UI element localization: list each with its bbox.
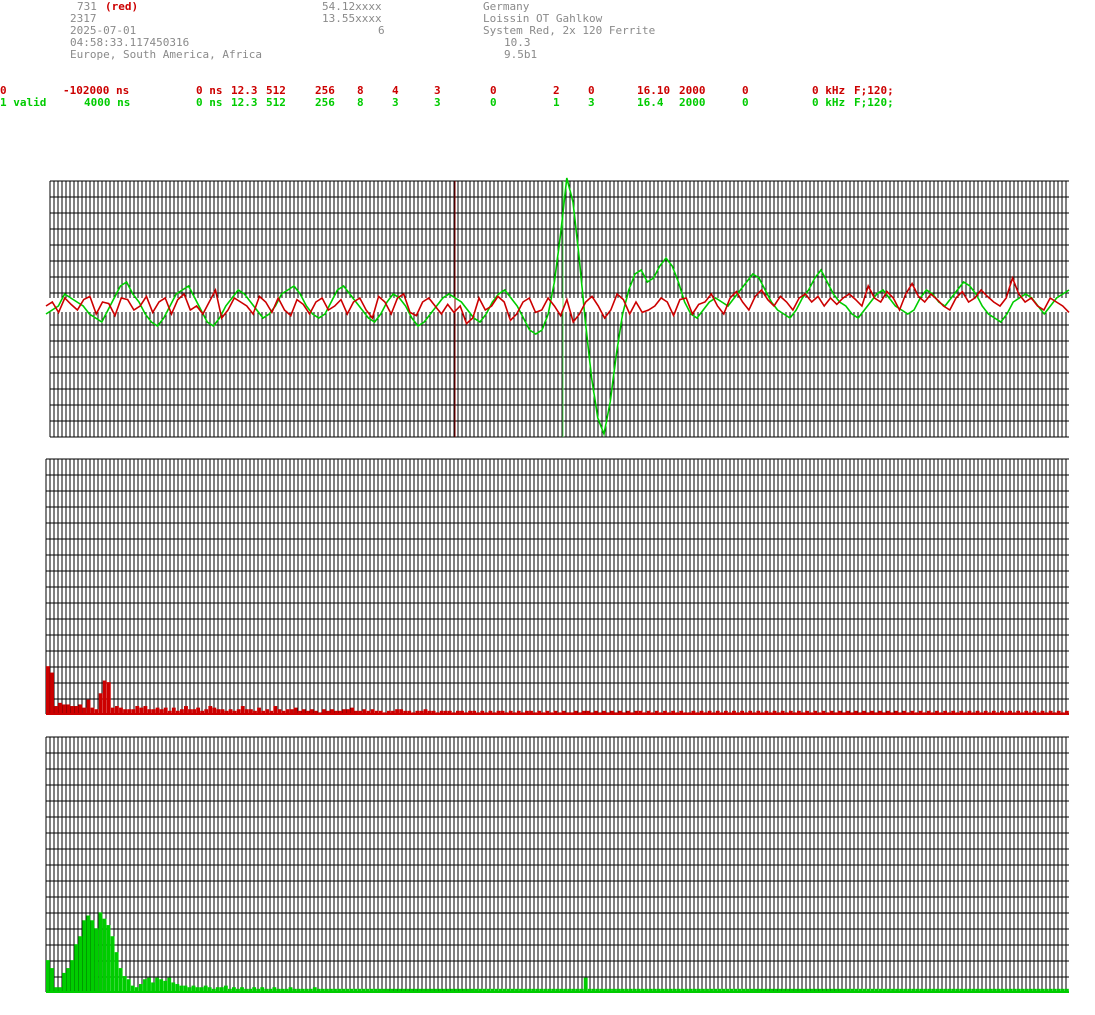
green-spectrum-bar <box>66 968 71 992</box>
red-spectrum-bar <box>115 706 119 714</box>
green-spectrum-bar <box>118 968 123 992</box>
green-spectrum-bar <box>167 977 172 992</box>
green-spectrum-bar <box>110 936 115 992</box>
green-spectrum-bar <box>78 936 83 992</box>
red-spectrum-bar <box>66 704 71 714</box>
green-spectrum-bar <box>50 968 54 992</box>
green-spectrum-bar <box>114 952 119 992</box>
red-spectrum-bar <box>135 706 140 714</box>
green-spectrum-bar <box>143 979 147 992</box>
red-spectrum-bar <box>46 666 50 714</box>
green-spectrum-bar <box>175 984 180 992</box>
red-spectrum-bar <box>208 706 213 714</box>
green-spectrum-grid <box>45 736 1069 992</box>
red-spectrum-bar <box>58 702 63 714</box>
red-spectrum-bar <box>98 693 103 714</box>
green-spectrum-bar <box>155 977 160 992</box>
red-spectrum-bar <box>184 706 188 714</box>
red-spectrum-bar <box>62 704 67 714</box>
green-spectrum-bar <box>171 982 176 992</box>
green-spectrum-bar <box>62 972 67 993</box>
red-spectrum-bar <box>240 706 245 714</box>
red-spectrum-grid <box>45 458 1069 714</box>
green-spectrum-bar <box>583 977 588 992</box>
green-spectrum-bar <box>90 920 95 992</box>
green-spectrum-bar <box>82 920 87 992</box>
green-spectrum-bar <box>151 982 155 992</box>
red-spectrum-bar <box>143 706 148 714</box>
green-spectrum-bar <box>46 960 50 993</box>
red-spectrum-bar <box>70 706 75 714</box>
plots-canvas <box>45 177 1070 993</box>
green-spectrum-bar <box>74 944 79 992</box>
red-spectrum-bar <box>102 680 107 714</box>
green-spectrum-bar <box>102 918 107 992</box>
red-spectrum-bar <box>50 672 54 714</box>
red-spectrum-bar <box>74 706 79 714</box>
green-spectrum-bar <box>86 915 91 992</box>
red-spectrum-bar <box>54 706 58 714</box>
green-spectrum-bar <box>98 912 103 992</box>
green-spectrum-bar <box>122 976 127 992</box>
green-spectrum-bar <box>70 960 75 993</box>
red-spectrum-bar <box>78 704 83 714</box>
green-spectrum-bar <box>139 984 143 992</box>
red-spectrum-bar <box>86 699 91 714</box>
green-spectrum-bar <box>163 980 168 992</box>
red-spectrum-bar <box>106 682 111 715</box>
green-spectrum-bar <box>126 979 131 992</box>
green-spectrum-bar <box>147 977 151 992</box>
red-spectrum-bar <box>273 706 278 714</box>
green-spectrum-bar <box>94 928 99 992</box>
green-spectrum-bar <box>106 925 111 992</box>
green-spectrum-bar <box>159 979 164 992</box>
